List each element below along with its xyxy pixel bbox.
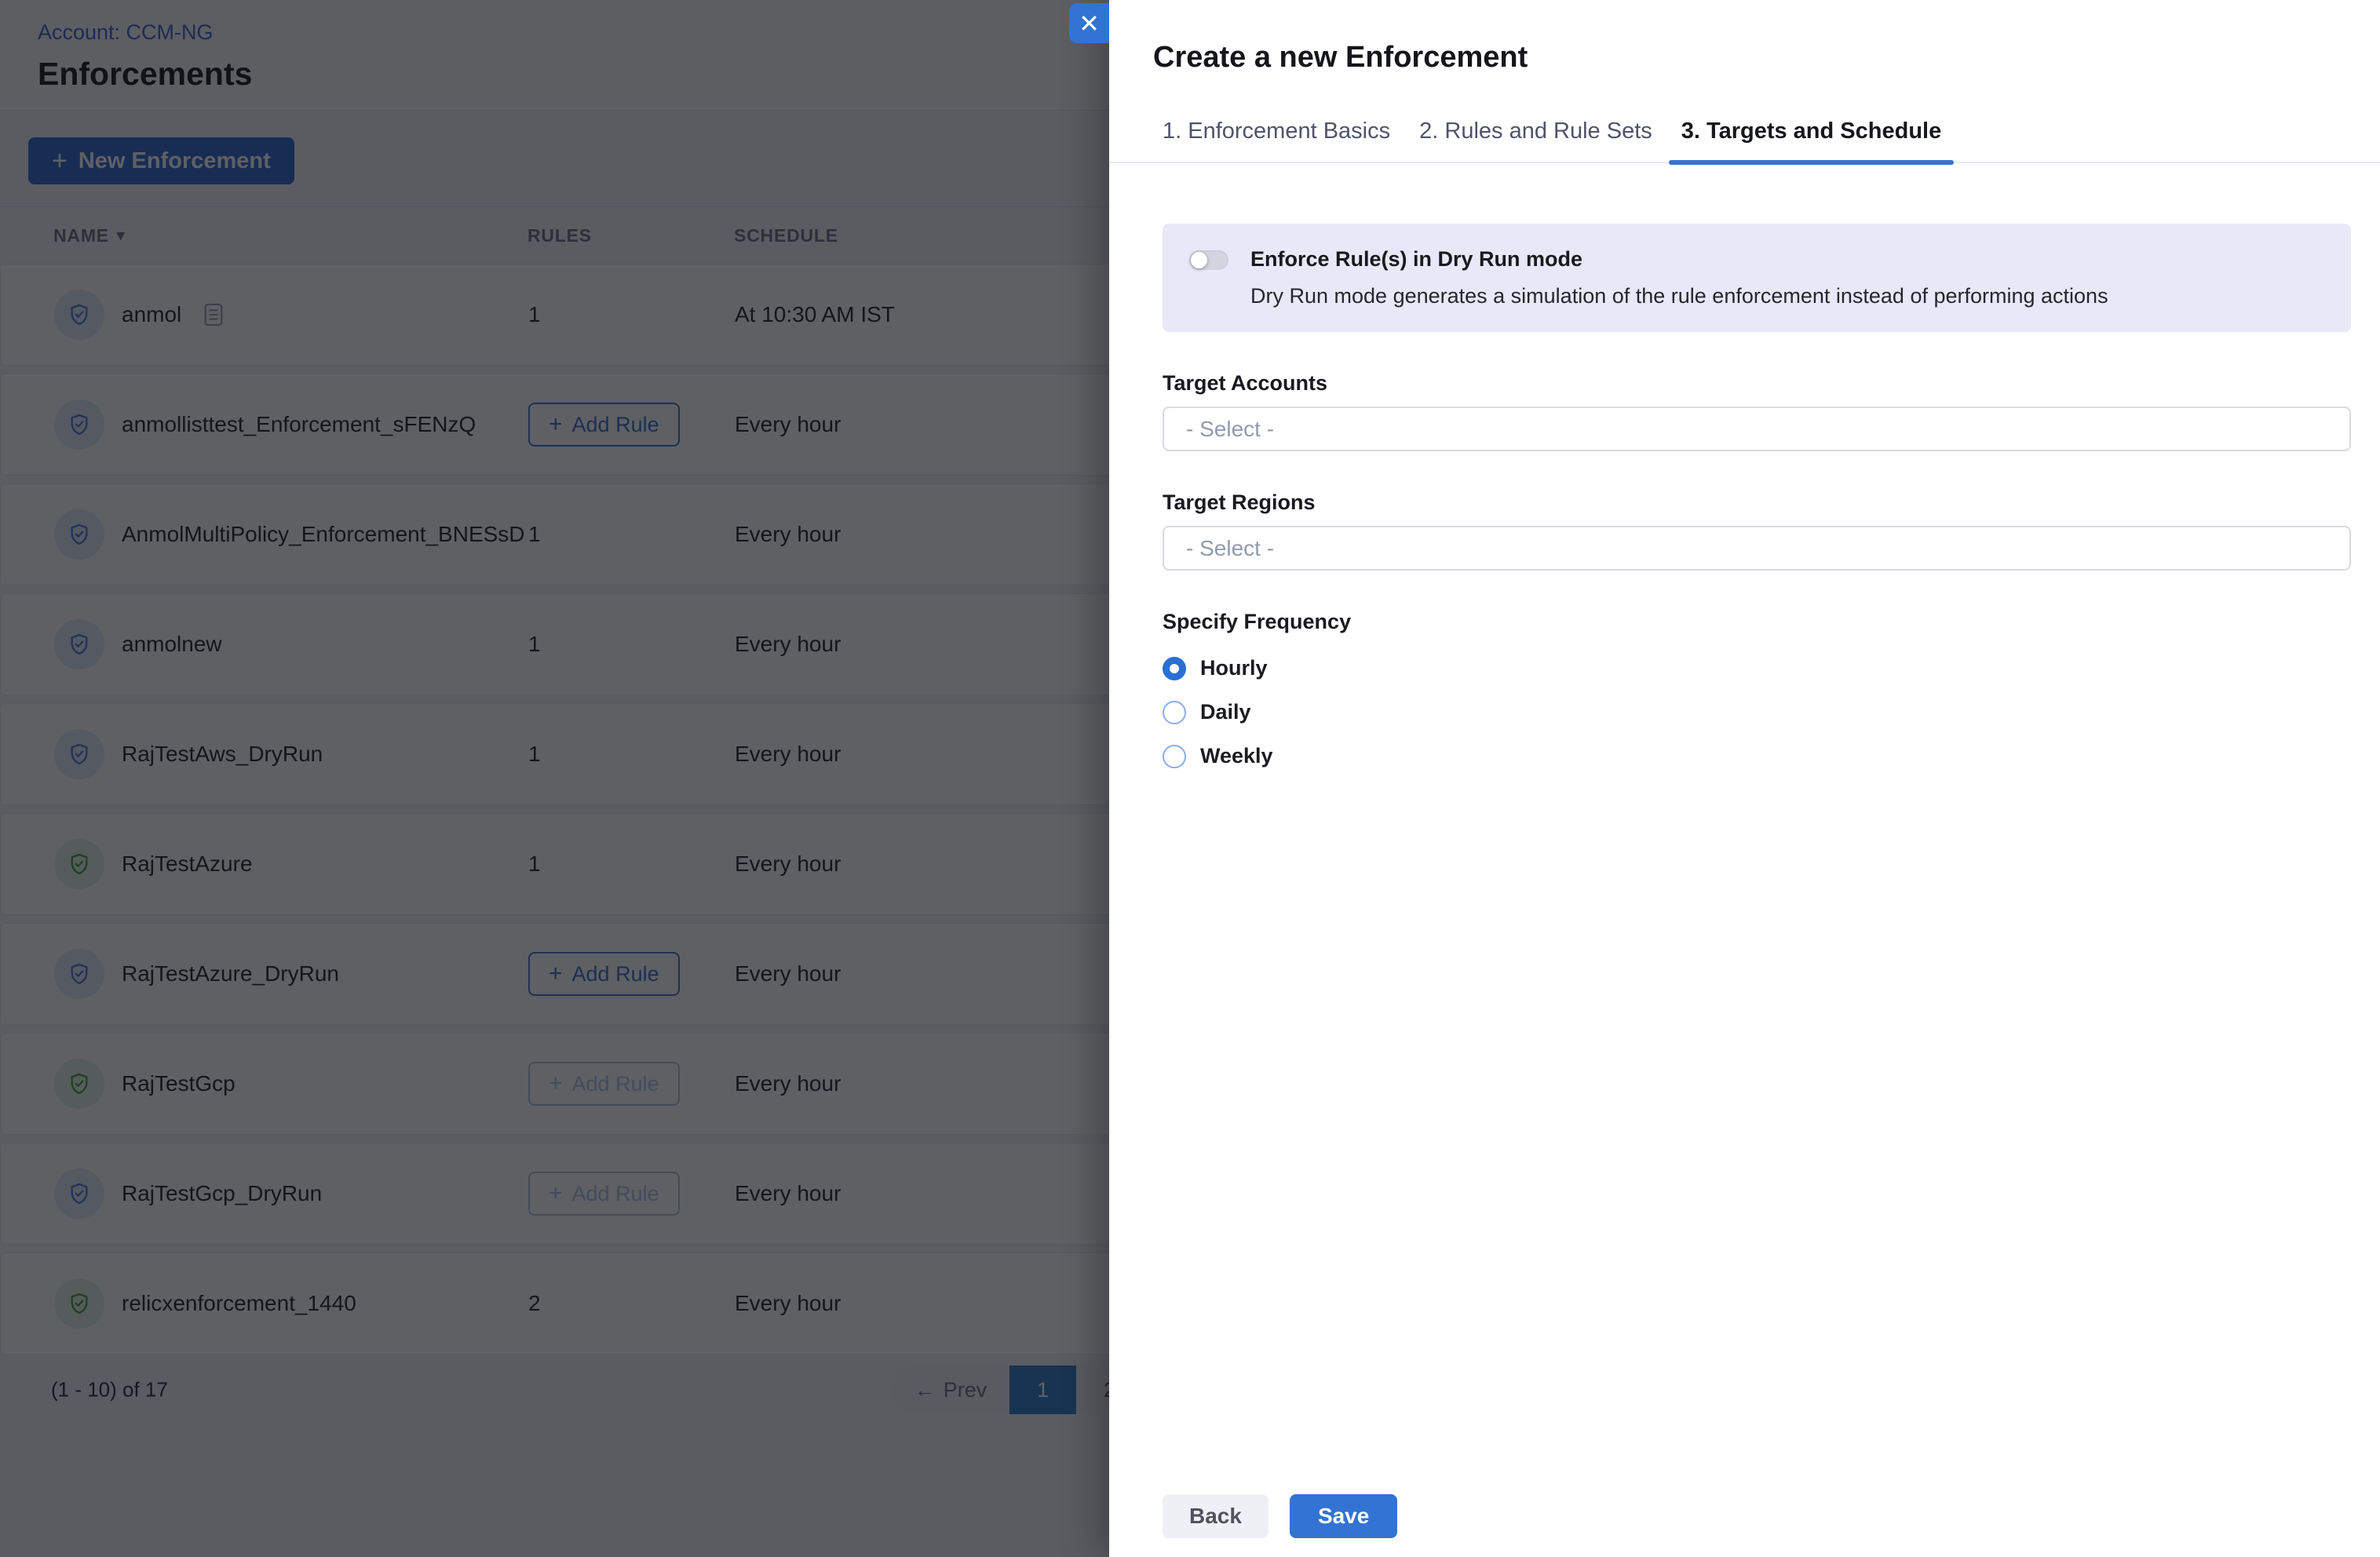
dry-run-texts: Enforce Rule(s) in Dry Run mode Dry Run …: [1250, 247, 2108, 308]
wizard-tab[interactable]: 3. Targets and Schedule: [1669, 119, 1954, 162]
dry-run-section: Enforce Rule(s) in Dry Run mode Dry Run …: [1163, 224, 2351, 332]
radio-label: Daily: [1200, 700, 1251, 724]
target-regions-placeholder: - Select -: [1186, 536, 1274, 561]
frequency-option[interactable]: Weekly: [1163, 744, 2351, 768]
target-regions-label: Target Regions: [1163, 490, 2351, 515]
target-accounts-select[interactable]: - Select -: [1163, 407, 2351, 451]
drawer-title: Create a new Enforcement: [1109, 0, 2380, 75]
wizard-tabs: 1. Enforcement Basics 2. Rules and Rule …: [1109, 119, 2380, 163]
frequency-option[interactable]: Daily: [1163, 700, 2351, 724]
wizard-tab[interactable]: 2. Rules and Rule Sets: [1407, 119, 1665, 162]
radio-label: Hourly: [1200, 656, 1268, 680]
frequency-option[interactable]: Hourly: [1163, 656, 2351, 680]
radio-icon[interactable]: [1163, 745, 1186, 768]
toggle-knob: [1191, 252, 1207, 268]
close-icon: ✕: [1079, 11, 1100, 36]
specify-frequency-label: Specify Frequency: [1163, 610, 2351, 634]
back-button[interactable]: Back: [1163, 1494, 1268, 1538]
radio-label: Weekly: [1200, 744, 1273, 768]
drawer-footer: Back Save: [1163, 1494, 1397, 1538]
save-button[interactable]: Save: [1290, 1494, 1397, 1538]
target-accounts-label: Target Accounts: [1163, 371, 2351, 396]
create-enforcement-drawer: ✕ Create a new Enforcement 1. Enforcemen…: [1109, 0, 2380, 1557]
radio-icon[interactable]: [1163, 701, 1186, 724]
drawer-body: Enforce Rule(s) in Dry Run mode Dry Run …: [1109, 163, 2380, 768]
dry-run-toggle[interactable]: [1189, 250, 1228, 270]
frequency-radio-group: Hourly Daily Weekly: [1163, 656, 2351, 768]
wizard-tab[interactable]: 1. Enforcement Basics: [1150, 119, 1403, 162]
radio-icon[interactable]: [1163, 657, 1186, 680]
target-accounts-placeholder: - Select -: [1186, 417, 1274, 442]
close-button[interactable]: ✕: [1069, 3, 1109, 43]
dry-run-label: Enforce Rule(s) in Dry Run mode: [1250, 247, 2108, 272]
target-regions-select[interactable]: - Select -: [1163, 526, 2351, 571]
dry-run-description: Dry Run mode generates a simulation of t…: [1250, 284, 2108, 308]
